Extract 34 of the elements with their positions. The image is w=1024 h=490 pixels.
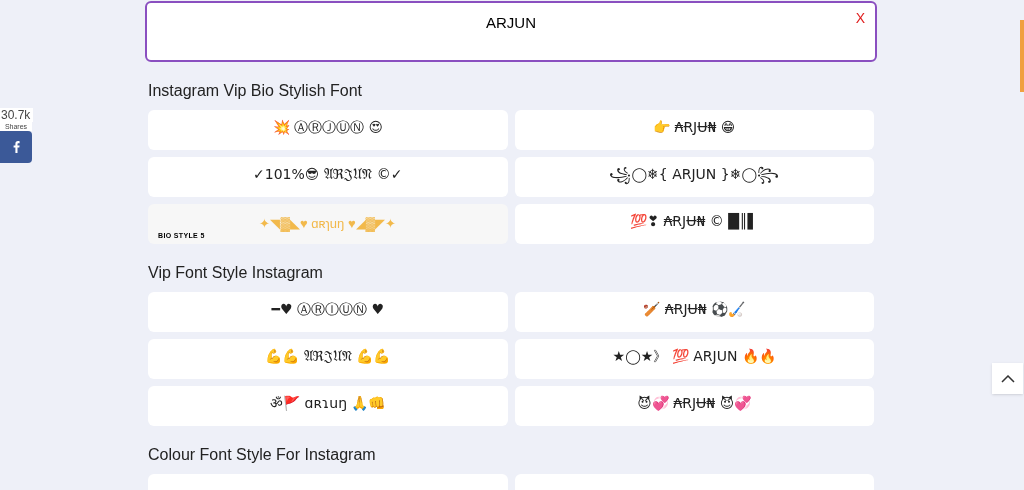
style-text: ॐ🚩 ɑʀɿuŋ 🙏👊: [270, 394, 386, 413]
style-card[interactable]: 💥 ⒶⓇⒿⓊⓃ 😍: [148, 110, 508, 150]
style-card[interactable]: ━♥ ⒶⓇⒾⓊⓃ ♥: [148, 292, 508, 332]
chevron-up-icon: [1000, 374, 1015, 383]
scrollbar-thumb: [1020, 20, 1024, 92]
style-text: 🏏 ₳ɌJɄ₦ ⚽🏑: [643, 300, 746, 319]
style-text: ꧁◯❄{ ARJUN }❄◯꧂: [609, 164, 780, 185]
style-text: ✓101%😎 𝔄ℜ𝔍𝔘𝔑 ©✓: [253, 165, 403, 184]
section-heading: Colour Font Style For Instagram: [148, 445, 377, 465]
style-card[interactable]: ✓101%😎 𝔄ℜ𝔍𝔘𝔑 ©✓: [148, 157, 508, 197]
style-text: 💪💪 𝔄ℜ𝔍𝔘𝔑 💪💪: [265, 347, 391, 366]
style-card[interactable]: 💯❣ ₳ɌJɄ₦ © █║▌: [514, 204, 874, 244]
facebook-share-button[interactable]: [0, 131, 32, 163]
section-heading: Vip Font Style Instagram: [148, 263, 324, 283]
style-card[interactable]: 👉 ₳ɌJɄ₦ 😁: [514, 110, 874, 150]
style-text: ━♥ ⒶⓇⒾⓊⓃ ♥: [271, 300, 384, 319]
style-text: ★◯★》 💯 ARJUN 🔥🔥: [612, 347, 776, 367]
facebook-icon: [12, 141, 20, 153]
section-heading: Instagram Vip Bio Stylish Font: [148, 81, 364, 101]
back-to-top-button[interactable]: [992, 363, 1023, 394]
input-value: ARJUN: [486, 13, 536, 33]
style-text: 👉 ₳ɌJɄ₦ 😁: [653, 118, 736, 137]
style-text: ✦◥▓◣♥ ɑʀɿuŋ ♥◢▓◤✦: [259, 215, 397, 234]
style-card[interactable]: 🏏 ₳ɌJɄ₦ ⚽🏑: [514, 292, 874, 332]
style-text: 😈💞 ₳ɌJɄ₦ 😈💞: [637, 394, 752, 413]
style-card[interactable]: ★◯★》 💯 ARJUN 🔥🔥: [514, 339, 874, 379]
style-text: 💥 ⒶⓇⒿⓊⓃ 😍: [272, 118, 383, 137]
clear-button[interactable]: X: [855, 8, 865, 29]
share-count: 30.7k: [0, 108, 33, 122]
style-card[interactable]: 😈💞 ₳ɌJɄ₦ 😈💞: [514, 386, 874, 426]
style-card[interactable]: ꧁◯❄{ ARJUN }❄◯꧂: [514, 157, 874, 197]
style-card[interactable]: ॐ🚩 ɑʀɿuŋ 🙏👊: [148, 386, 508, 426]
name-input[interactable]: ARJUN X: [145, 1, 877, 62]
style-text: 💯❣ ₳ɌJɄ₦ © █║▌: [630, 212, 759, 232]
